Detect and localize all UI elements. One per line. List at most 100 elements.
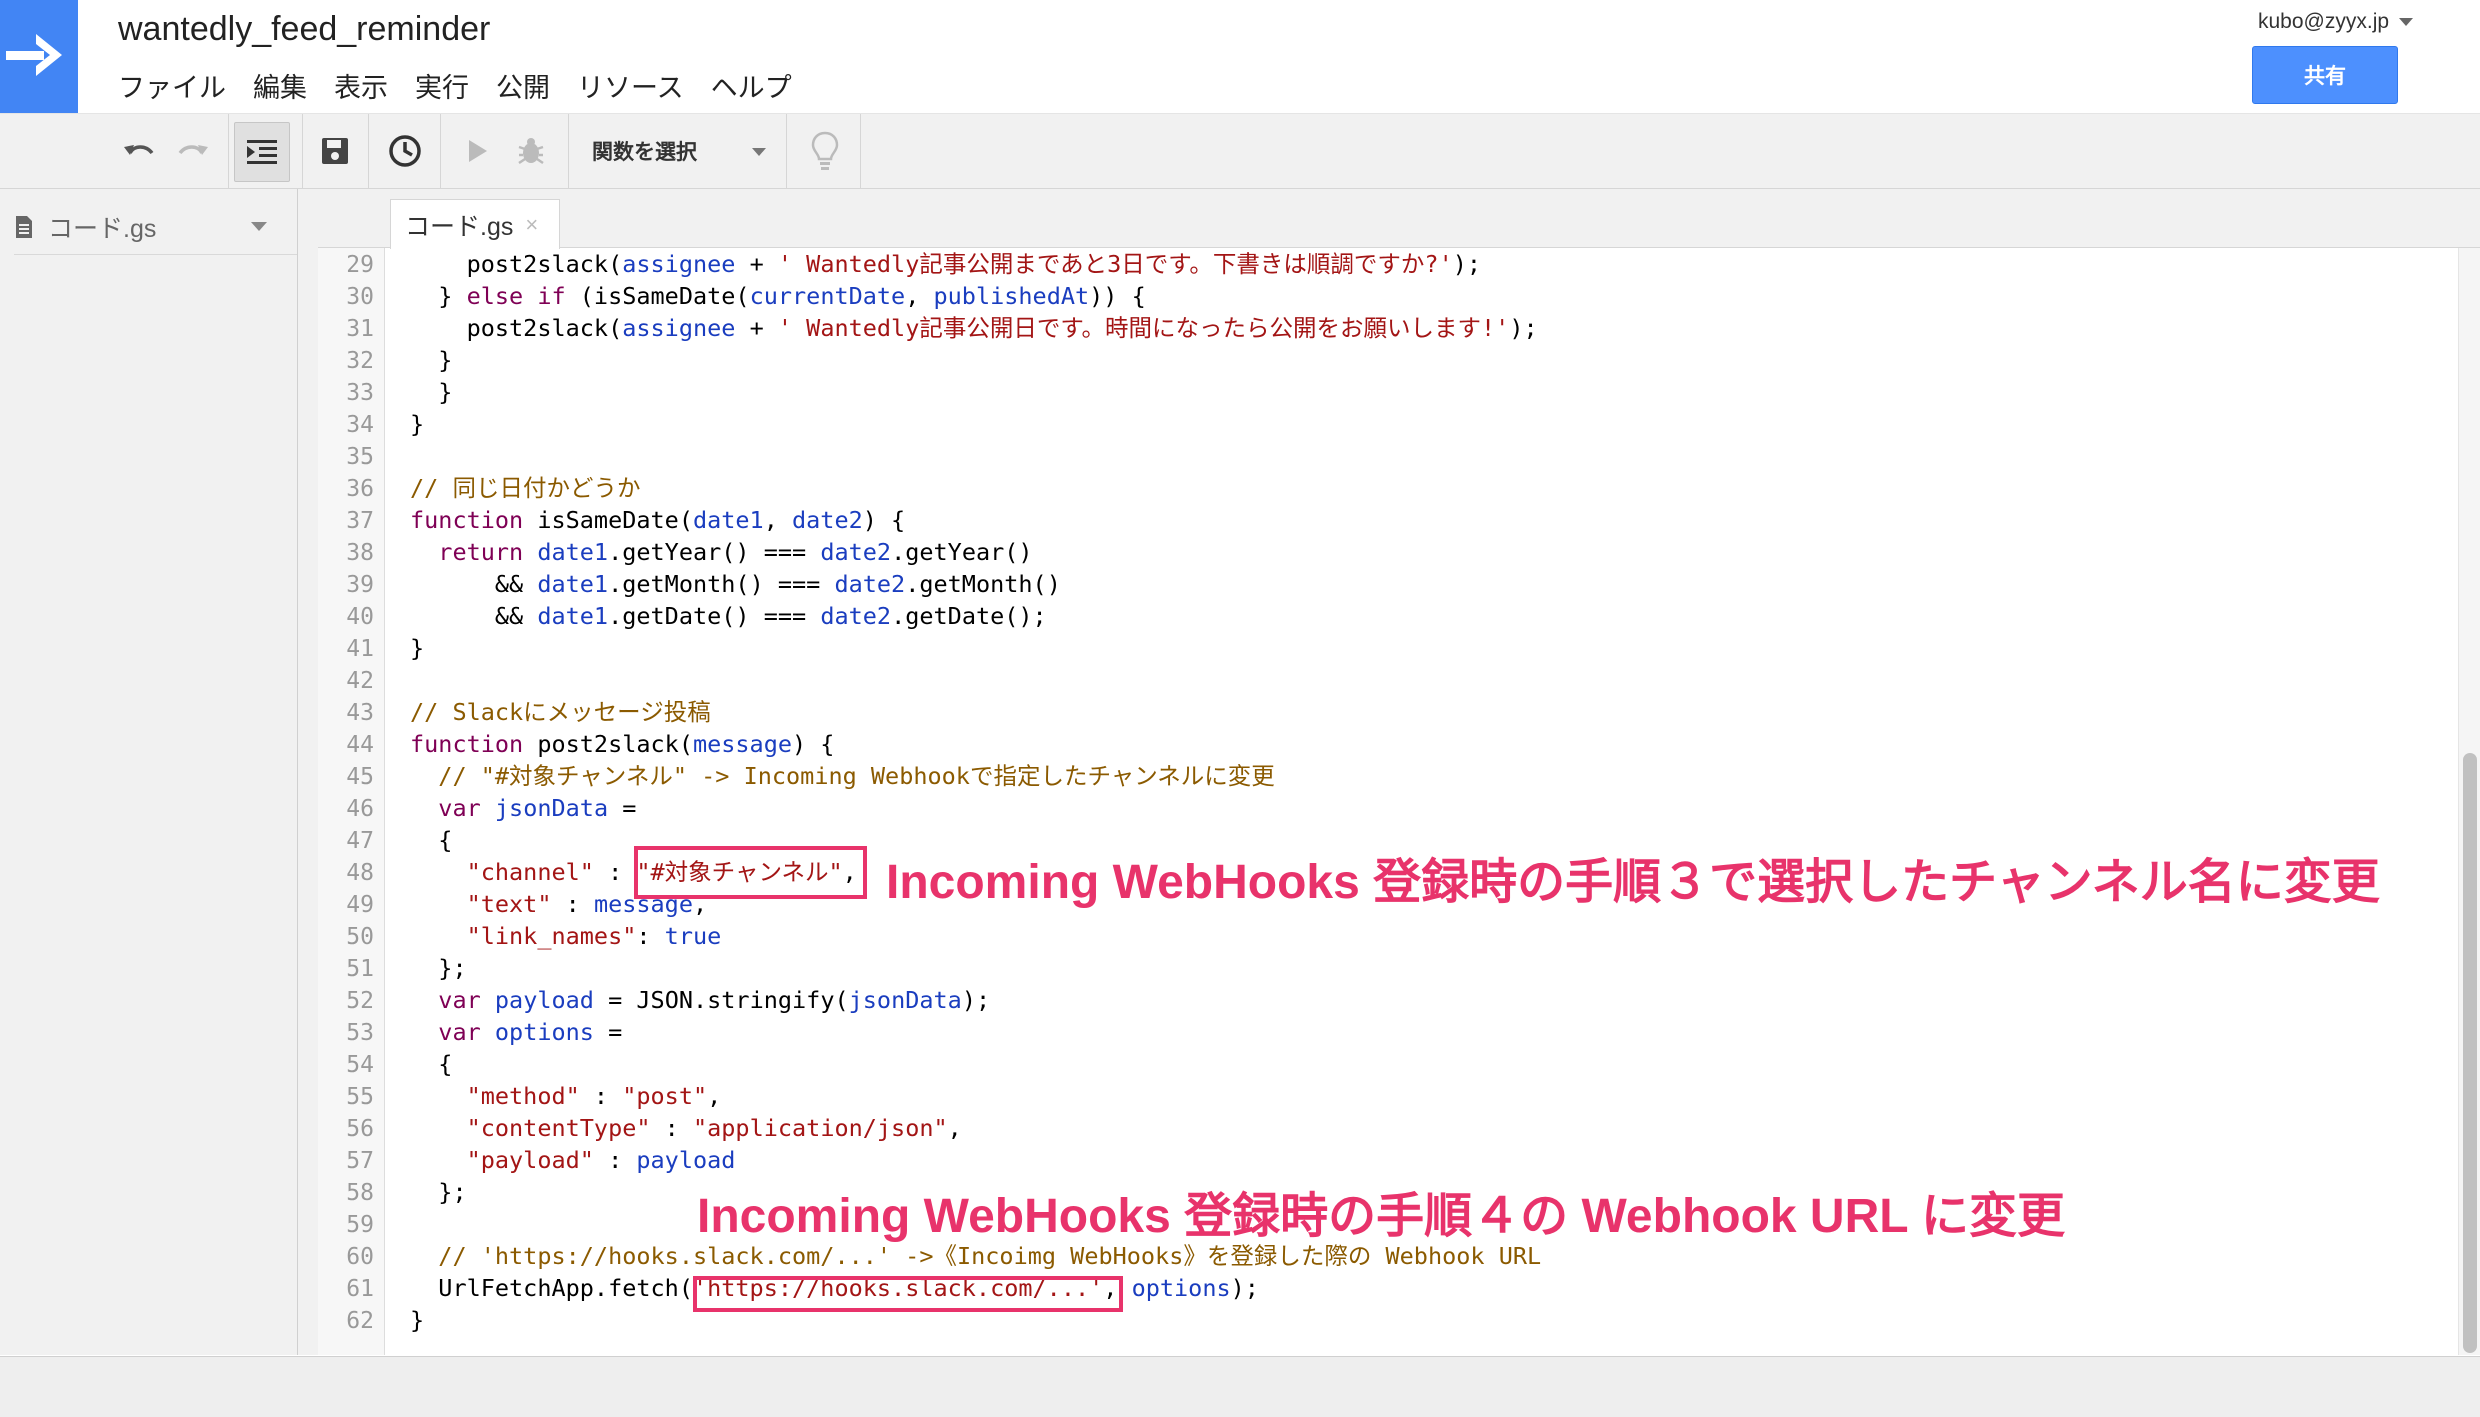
line-number: 41 bbox=[346, 636, 374, 662]
file-sidebar: コード.gs bbox=[0, 189, 298, 1355]
line-number: 39 bbox=[346, 572, 374, 598]
toolbar-separator bbox=[228, 114, 229, 188]
line-number: 34 bbox=[346, 412, 374, 438]
code-line[interactable]: && date1.getDate() === date2.getDate(); bbox=[410, 600, 1047, 632]
code-line[interactable]: } bbox=[410, 632, 424, 664]
tips-button[interactable] bbox=[802, 122, 848, 180]
share-button[interactable]: 共有 bbox=[2252, 46, 2398, 104]
code-line[interactable]: function isSameDate(date1, date2) { bbox=[410, 504, 905, 536]
triggers-button[interactable] bbox=[382, 122, 428, 180]
line-number: 59 bbox=[346, 1212, 374, 1238]
toolbar-separator bbox=[302, 114, 303, 188]
account-menu[interactable]: kubo@zyyx.jp bbox=[2258, 10, 2414, 34]
line-number: 49 bbox=[346, 892, 374, 918]
document-icon bbox=[16, 215, 32, 238]
line-number: 62 bbox=[346, 1308, 374, 1334]
code-line[interactable]: { bbox=[410, 1048, 452, 1080]
toolbar-separator bbox=[440, 114, 441, 188]
line-number: 56 bbox=[346, 1116, 374, 1142]
code-line[interactable]: "method" : "post", bbox=[410, 1080, 722, 1112]
code-line[interactable]: // "#対象チャンネル" -> Incoming Webhookで指定したチャ… bbox=[410, 760, 1274, 792]
channel-annotation: Incoming WebHooks 登録時の手順３で選択したチャンネル名に変更 bbox=[886, 856, 2380, 909]
code-line[interactable]: } bbox=[410, 1304, 424, 1336]
menu-resources[interactable]: リソース bbox=[577, 66, 684, 105]
line-number: 53 bbox=[346, 1020, 374, 1046]
channel-highlight-box bbox=[634, 846, 867, 899]
url-highlight-box bbox=[693, 1276, 1123, 1312]
close-icon[interactable]: × bbox=[525, 212, 538, 238]
vertical-scrollbar[interactable] bbox=[2458, 248, 2480, 1355]
code-line[interactable]: && date1.getMonth() === date2.getMonth() bbox=[410, 568, 1061, 600]
save-button[interactable] bbox=[312, 122, 358, 180]
indent-icon bbox=[247, 140, 277, 164]
code-line[interactable]: }; bbox=[410, 952, 466, 984]
line-number: 30 bbox=[346, 284, 374, 310]
code-line[interactable]: post2slack(assignee + ' Wantedly記事公開まであと… bbox=[410, 248, 1481, 280]
function-select[interactable]: 関数を選択 bbox=[592, 136, 697, 166]
menu-file[interactable]: ファイル bbox=[118, 66, 226, 105]
line-number: 32 bbox=[346, 348, 374, 374]
code-line[interactable]: // 同じ日付かどうか bbox=[410, 472, 640, 504]
chevron-down-icon[interactable] bbox=[251, 222, 267, 231]
clock-icon bbox=[389, 135, 421, 167]
code-line[interactable]: return date1.getYear() === date2.getYear… bbox=[410, 536, 1032, 568]
line-number: 48 bbox=[346, 860, 374, 886]
line-number: 54 bbox=[346, 1052, 374, 1078]
menu-help[interactable]: ヘルプ bbox=[711, 66, 792, 105]
toolbar-separator bbox=[786, 114, 787, 188]
lightbulb-icon bbox=[811, 131, 839, 170]
arrow-right-icon bbox=[6, 34, 62, 76]
apps-script-logo[interactable] bbox=[0, 0, 78, 113]
menu-bar: ファイル 編集 表示 実行 公開 リソース ヘルプ bbox=[118, 66, 819, 105]
status-bar bbox=[0, 1356, 2480, 1417]
line-number: 42 bbox=[346, 668, 374, 694]
code-line[interactable]: var jsonData = bbox=[410, 792, 636, 824]
code-line[interactable]: }; bbox=[410, 1176, 466, 1208]
code-line[interactable]: "payload" : payload bbox=[410, 1144, 736, 1176]
account-email: kubo@zyyx.jp bbox=[2258, 10, 2390, 33]
line-number: 38 bbox=[346, 540, 374, 566]
line-number: 36 bbox=[346, 476, 374, 502]
code-line[interactable]: } bbox=[410, 344, 452, 376]
line-number: 58 bbox=[346, 1180, 374, 1206]
file-item[interactable]: コード.gs bbox=[14, 199, 297, 255]
redo-button[interactable] bbox=[170, 122, 216, 180]
code-line[interactable]: { bbox=[410, 824, 452, 856]
code-line[interactable]: function post2slack(message) { bbox=[410, 728, 834, 760]
toolbar: 関数を選択 bbox=[0, 114, 2480, 189]
run-button[interactable] bbox=[458, 122, 498, 180]
menu-run[interactable]: 実行 bbox=[415, 66, 469, 105]
scrollbar-thumb[interactable] bbox=[2463, 753, 2477, 1353]
editor-margin bbox=[298, 189, 318, 1355]
menu-edit[interactable]: 編集 bbox=[253, 66, 307, 105]
code-line[interactable]: var options = bbox=[410, 1016, 622, 1048]
code-line[interactable]: } bbox=[410, 408, 424, 440]
toolbar-separator bbox=[860, 114, 861, 188]
code-line[interactable]: } bbox=[410, 376, 452, 408]
line-number: 37 bbox=[346, 508, 374, 534]
chevron-down-icon bbox=[2399, 18, 2414, 27]
line-number: 51 bbox=[346, 956, 374, 982]
tab-label: コード.gs bbox=[405, 212, 514, 241]
menu-view[interactable]: 表示 bbox=[334, 66, 388, 105]
file-name: コード.gs bbox=[48, 214, 157, 243]
line-number-gutter: 29 30 31 32 33 34 35 36 37 38 39 40 41 42 43 44 45 46 47 48… bbox=[318, 248, 385, 1355]
tab-code-gs[interactable]: コード.gs × bbox=[390, 199, 560, 249]
line-number: 29 bbox=[346, 252, 374, 278]
code-line[interactable]: "contentType" : "application/json", bbox=[410, 1112, 962, 1144]
line-number: 50 bbox=[346, 924, 374, 950]
undo-button[interactable] bbox=[116, 122, 162, 180]
code-line[interactable]: // Slackにメッセージ投稿 bbox=[410, 696, 711, 728]
toolbar-separator bbox=[368, 114, 369, 188]
undo-icon bbox=[124, 145, 154, 155]
line-number: 57 bbox=[346, 1148, 374, 1174]
indent-toggle-button[interactable] bbox=[234, 122, 290, 182]
debug-button[interactable] bbox=[508, 122, 554, 180]
code-line[interactable]: post2slack(assignee + ' Wantedly記事公開日です。… bbox=[410, 312, 1538, 344]
menu-publish[interactable]: 公開 bbox=[496, 66, 550, 105]
code-line[interactable]: } else if (isSameDate(currentDate, publi… bbox=[410, 280, 1145, 312]
code-line[interactable]: "link_names": true bbox=[410, 920, 722, 952]
line-number: 55 bbox=[346, 1084, 374, 1110]
code-line[interactable]: var payload = JSON.stringify(jsonData); bbox=[410, 984, 990, 1016]
project-title[interactable]: wantedly_feed_reminder bbox=[118, 10, 490, 49]
